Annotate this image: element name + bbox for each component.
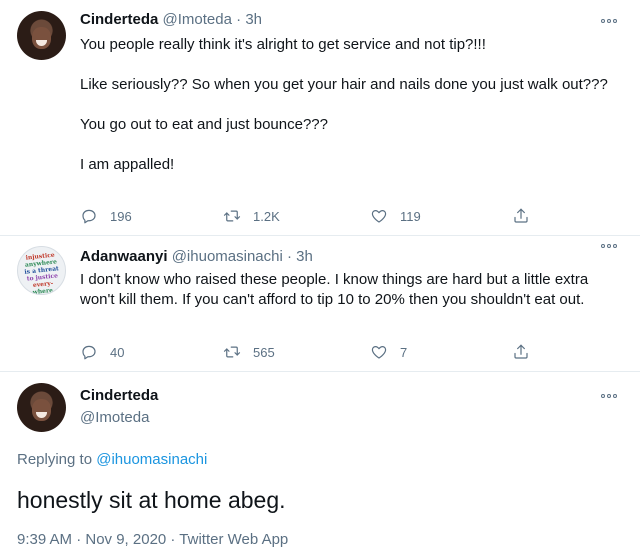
retweet-icon <box>223 346 241 358</box>
tweet-paragraph: Like seriously?? So when you get your ha… <box>80 76 608 93</box>
user-handle[interactable]: @Imoteda <box>163 11 232 28</box>
reply-button[interactable]: 196 <box>80 206 132 226</box>
like-count: 7 <box>400 344 408 360</box>
retweet-button[interactable]: 1.2K <box>223 206 280 226</box>
tweet-actions: 196 1.2K 119 <box>80 206 540 226</box>
separator: · <box>287 248 292 265</box>
tweet-text: I don't know who raised these people. I … <box>80 271 589 308</box>
avatar[interactable]: injustice anywhere is a threat to justic… <box>17 246 66 295</box>
user-handle[interactable]: @ihuomasinachi <box>172 248 283 265</box>
heart-icon <box>371 346 387 359</box>
reply-count: 40 <box>110 344 125 360</box>
reply-button[interactable]: 40 <box>80 342 124 362</box>
display-name[interactable]: Cinderteda <box>80 11 158 28</box>
reply-icon <box>82 209 96 224</box>
tweet-header: Cinderteda @Imoteda · 3h <box>80 10 262 30</box>
display-name[interactable]: Cinderteda <box>80 386 158 406</box>
more-options-icon[interactable] <box>601 17 621 25</box>
share-button[interactable] <box>512 206 542 226</box>
retweet-button[interactable]: 565 <box>223 342 275 362</box>
tweet-2[interactable]: injustice anywhere is a threat to justic… <box>0 236 640 370</box>
tweet-paragraph: I am appalled! <box>80 156 175 173</box>
replying-to: Replying to @ihuomasinachi <box>17 451 207 468</box>
tweet-metadata[interactable]: 9:39 AM · Nov 9, 2020 · Twitter Web App <box>17 531 288 548</box>
tweet-paragraph: You people really think it's alright to … <box>80 36 486 53</box>
share-icon <box>514 344 528 359</box>
more-options-icon[interactable] <box>601 242 621 250</box>
replying-to-label: Replying to <box>17 451 93 468</box>
tweet-1[interactable]: Cinderteda @Imoteda · 3h You people real… <box>0 0 640 234</box>
timestamp[interactable]: 3h <box>296 248 313 265</box>
reply-icon <box>82 345 96 360</box>
tweet-text: You people really think it's alright to … <box>80 35 625 175</box>
avatar-slogan: injustice anywhere is a threat to justic… <box>24 251 60 295</box>
reply-count: 196 <box>110 208 132 224</box>
display-name[interactable]: Adanwaanyi <box>80 248 168 265</box>
tweet-actions: 40 565 7 <box>80 342 540 362</box>
retweet-count: 1.2K <box>253 208 280 224</box>
avatar[interactable] <box>17 383 66 432</box>
user-handle[interactable]: @Imoteda <box>80 408 149 428</box>
like-button[interactable]: 119 <box>370 206 421 226</box>
tweet-paragraph: You go out to eat and just bounce??? <box>80 116 328 133</box>
like-count: 119 <box>400 208 421 224</box>
avatar[interactable] <box>17 11 66 60</box>
heart-icon <box>371 210 387 223</box>
timestamp[interactable]: 3h <box>245 11 262 28</box>
separator: · <box>236 11 242 28</box>
like-button[interactable]: 7 <box>370 342 407 362</box>
tweet-header: Adanwaanyi @ihuomasinachi · 3h <box>80 247 313 267</box>
retweet-icon <box>223 210 241 222</box>
tweet-text: honestly sit at home abeg. <box>17 487 286 513</box>
mention-link[interactable]: @ihuomasinachi <box>96 451 207 468</box>
more-options-icon[interactable] <box>601 392 621 400</box>
share-button[interactable] <box>512 342 542 362</box>
share-icon <box>514 208 528 223</box>
retweet-count: 565 <box>253 344 275 360</box>
